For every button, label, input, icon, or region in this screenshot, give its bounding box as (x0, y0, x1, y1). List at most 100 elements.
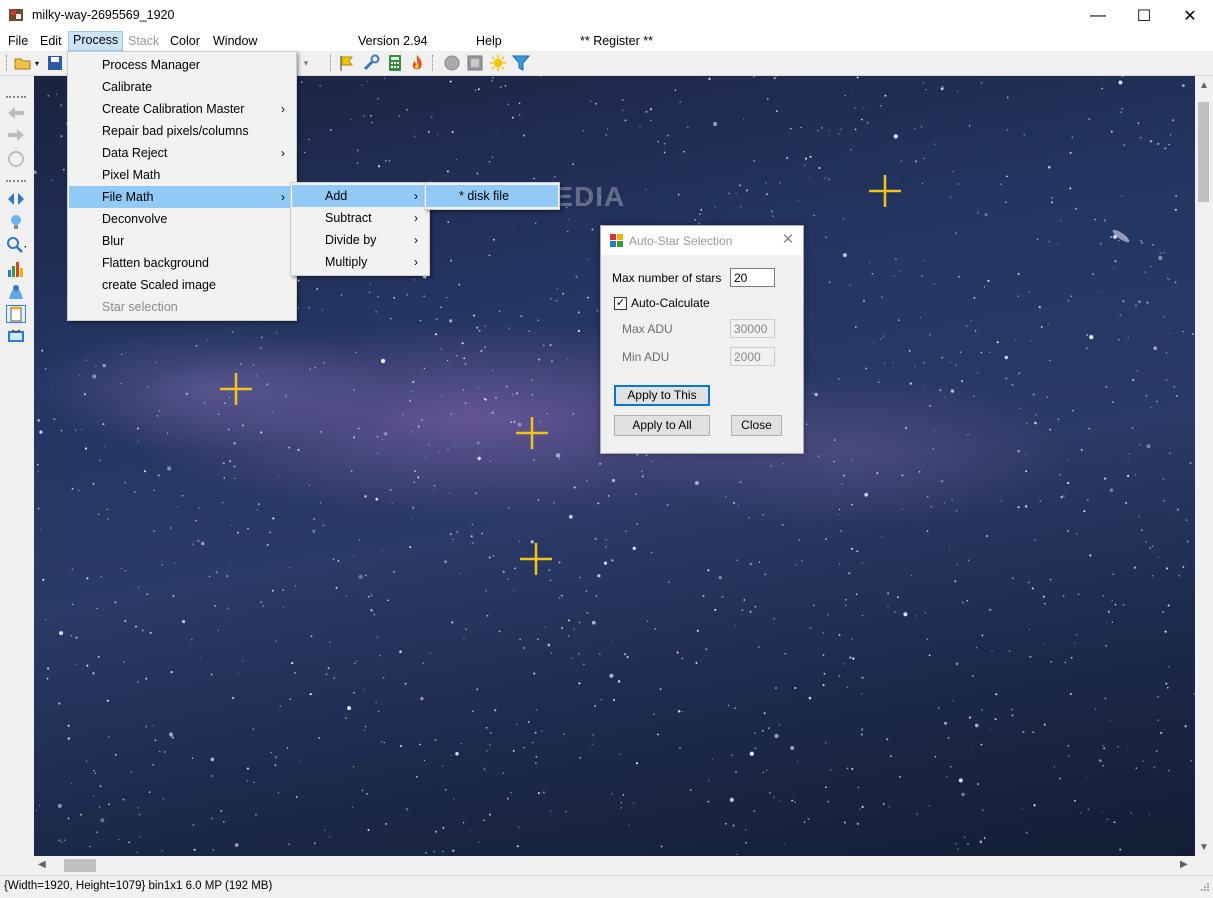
horizontal-scrollbar[interactable]: ◀ ▶ (34, 857, 1195, 874)
pan-arrows-icon[interactable] (6, 190, 26, 208)
horizontal-scroll-thumb[interactable] (64, 859, 96, 872)
menu-item-label: * disk file (459, 189, 510, 203)
menu-item-repair-bad-pixels[interactable]: Repair bad pixels/columns (69, 120, 295, 142)
circle-icon[interactable] (443, 54, 461, 72)
open-dropdown-icon[interactable]: ▾ (32, 54, 42, 72)
flag-icon[interactable] (338, 54, 356, 72)
menu-item-create-calibration-master[interactable]: Create Calibration Master › (69, 98, 295, 120)
menu-item-label: Subtract (325, 211, 372, 225)
max-adu-input[interactable]: 30000 (730, 319, 775, 338)
toolbox-grip (6, 180, 26, 182)
star-marker[interactable] (220, 373, 252, 405)
menu-item-label: create Scaled image (102, 278, 216, 292)
minimize-button[interactable]: — (1075, 0, 1121, 31)
dialog-app-icon (609, 233, 625, 249)
open-folder-icon[interactable] (14, 54, 32, 72)
menu-window[interactable]: Window (209, 32, 261, 50)
menu-item-label: Flatten background (102, 256, 210, 270)
status-text: {Width=1920, Height=1079} bin1x1 6.0 MP … (4, 880, 273, 892)
app-icon (8, 8, 24, 22)
scroll-up-icon[interactable]: ▲ (1199, 80, 1209, 91)
scroll-down-icon[interactable]: ▼ (1199, 842, 1209, 853)
scroll-left-icon[interactable]: ◀ (38, 859, 46, 870)
menu-item-label: Divide by (325, 233, 377, 247)
menu-color[interactable]: Color (166, 32, 204, 50)
square-icon[interactable] (466, 54, 484, 72)
menu-item-label: Pixel Math (102, 168, 161, 182)
min-adu-label: Min ADU (622, 350, 670, 364)
clipboard-icon[interactable] (6, 305, 26, 323)
menu-item-label: Data Reject (102, 146, 168, 160)
sun-icon[interactable] (489, 54, 507, 72)
menu-item-process-manager[interactable]: Process Manager (69, 54, 295, 76)
star-marker[interactable] (520, 543, 552, 575)
menu-item-label: Multiply (325, 255, 368, 269)
dialog-title-bar[interactable]: Auto-Star Selection ✕ (601, 226, 803, 255)
forward-arrow-icon[interactable] (6, 126, 26, 144)
calculator-icon[interactable] (386, 54, 404, 72)
back-arrow-icon[interactable] (6, 104, 26, 122)
close-dialog-button[interactable]: Close (731, 415, 782, 436)
menu-item-create-scaled-image[interactable]: create Scaled image (69, 274, 295, 296)
close-button[interactable]: ✕ (1167, 0, 1213, 31)
zoom-icon[interactable] (6, 236, 26, 254)
monitor-icon[interactable] (6, 328, 26, 346)
menu-edit[interactable]: Edit (36, 32, 66, 50)
menu-help[interactable]: Help (472, 32, 506, 50)
max-stars-label: Max number of stars (612, 271, 722, 285)
min-adu-input[interactable]: 2000 (730, 347, 775, 366)
combo-dropdown-icon[interactable]: ▾ (300, 54, 312, 72)
menu-item-disk-file[interactable]: * disk file (426, 185, 558, 207)
menu-item-flatten-background[interactable]: Flatten background (69, 252, 295, 274)
chevron-right-icon: › (281, 102, 285, 116)
menu-item-blur[interactable]: Blur (69, 230, 295, 252)
lightbulb-icon[interactable] (6, 213, 26, 231)
menu-item-label: Star selection (102, 300, 178, 314)
star-marker[interactable] (869, 175, 901, 207)
menu-version[interactable]: Version 2.94 (354, 32, 432, 50)
chevron-right-icon: › (414, 211, 418, 225)
menu-item-calibrate[interactable]: Calibrate (69, 76, 295, 98)
menu-item-label: Process Manager (102, 58, 200, 72)
menu-register[interactable]: ** Register ** (576, 32, 657, 50)
menu-item-deconvolve[interactable]: Deconvolve (69, 208, 295, 230)
toolbar-grip (6, 55, 8, 71)
resize-grip-icon[interactable] (1198, 882, 1210, 894)
menu-item-add[interactable]: Add › (292, 185, 428, 207)
vertical-scroll-thumb[interactable] (1198, 102, 1209, 202)
apply-to-this-button[interactable]: Apply to This (614, 385, 710, 406)
dialog-close-icon[interactable]: ✕ (777, 230, 799, 250)
dialog-title: Auto-Star Selection (629, 234, 733, 248)
chevron-right-icon: › (281, 146, 285, 160)
menu-item-pixel-math[interactable]: Pixel Math (69, 164, 295, 186)
menu-item-multiply[interactable]: Multiply › (292, 251, 428, 273)
menu-process[interactable]: Process (68, 31, 124, 51)
chevron-right-icon: › (414, 233, 418, 247)
menu-item-star-selection[interactable]: Star selection (69, 296, 295, 318)
menu-item-subtract[interactable]: Subtract › (292, 207, 428, 229)
scroll-right-icon[interactable]: ▶ (1180, 859, 1188, 870)
menu-file[interactable]: File (4, 32, 32, 50)
toolbox-grip (6, 96, 26, 98)
menu-item-data-reject[interactable]: Data Reject › (69, 142, 295, 164)
wrench-icon[interactable] (362, 54, 380, 72)
file-math-submenu: Add › Subtract › Divide by › Multiply › (290, 182, 430, 276)
save-icon[interactable] (46, 54, 64, 72)
histogram-icon[interactable] (6, 260, 26, 278)
menu-stack[interactable]: Stack (124, 32, 163, 50)
max-stars-input[interactable]: 20 (730, 268, 775, 287)
filter-icon[interactable] (512, 54, 530, 72)
toolbar-separator (432, 55, 434, 71)
flame-icon[interactable] (408, 54, 426, 72)
menu-item-divide-by[interactable]: Divide by › (292, 229, 428, 251)
maximize-button[interactable]: ☐ (1121, 0, 1167, 31)
menu-item-file-math[interactable]: File Math › (69, 186, 295, 208)
rotate-icon[interactable] (6, 150, 26, 168)
auto-calculate-label: Auto-Calculate (631, 296, 710, 310)
menu-item-label: Add (325, 189, 348, 203)
menu-item-label: Blur (102, 234, 125, 248)
profile-icon[interactable] (6, 283, 26, 301)
apply-to-all-button[interactable]: Apply to All (614, 415, 710, 436)
star-marker[interactable] (516, 417, 548, 449)
auto-calculate-checkbox[interactable]: ✓ (614, 297, 627, 310)
